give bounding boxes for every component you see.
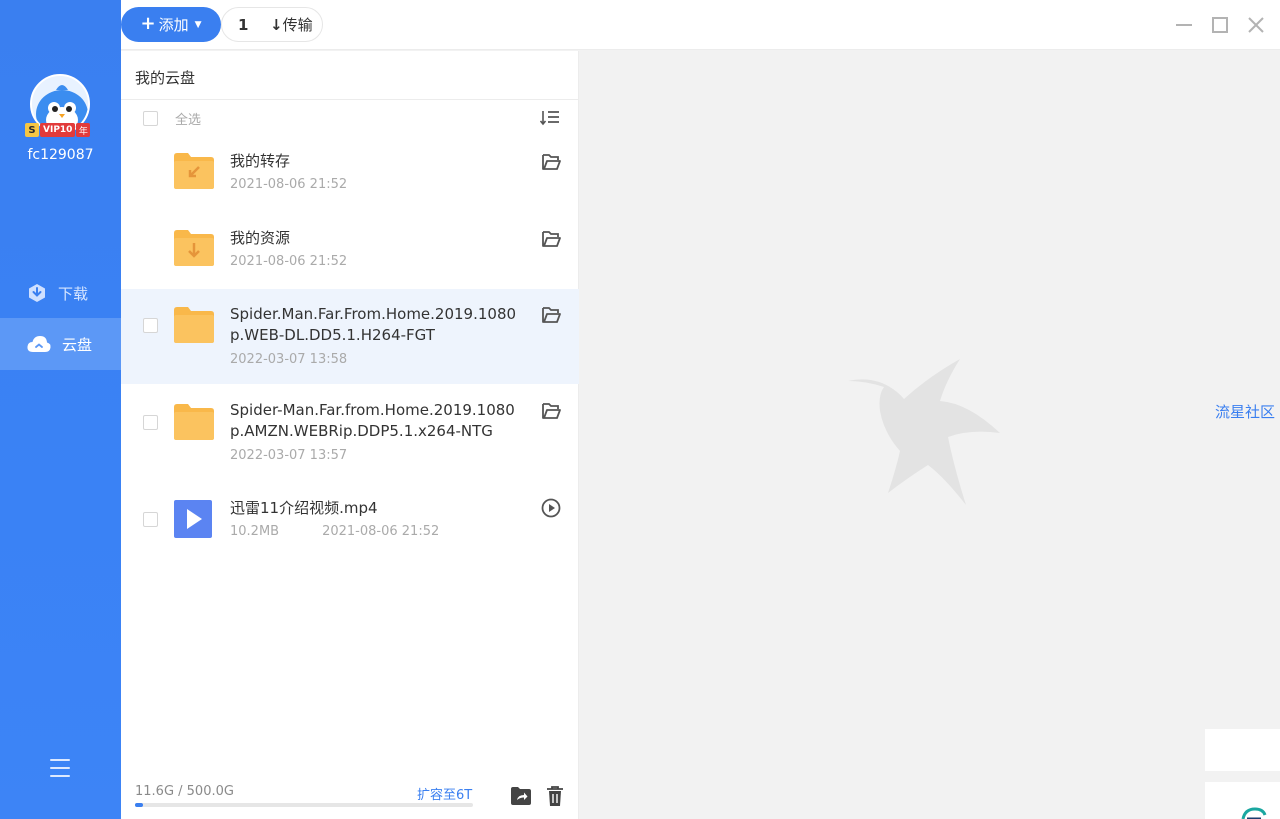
username[interactable]: fc129087 [0, 147, 121, 163]
side-widget[interactable] [1205, 782, 1280, 819]
file-name: 我的资源 [230, 229, 291, 247]
caret-down-icon: ▼ [194, 19, 202, 30]
add-button[interactable]: + 添加 ▼ [121, 7, 221, 42]
row-checkbox[interactable] [143, 512, 158, 527]
file-row[interactable]: 迅雷11介绍视频.mp4 10.2MB 2021-08-06 21:52 [121, 481, 579, 561]
side-widget[interactable] [1205, 729, 1280, 771]
folder-download-icon [174, 230, 214, 266]
sidebar: S VIP10 年 fc129087 下载 云盘 [0, 0, 121, 819]
row-checkbox[interactable] [143, 318, 158, 333]
open-folder-icon[interactable] [540, 228, 562, 250]
open-folder-icon[interactable] [540, 304, 562, 326]
trash-icon[interactable] [545, 785, 565, 807]
open-folder-icon[interactable] [540, 400, 562, 422]
vip-year-label: 年 [76, 123, 91, 137]
open-folder-icon[interactable] [540, 151, 562, 173]
file-row[interactable]: Spider.Man.Far.From.Home.2019.1080p.WEB-… [121, 289, 579, 384]
nav-item-download-label: 下载 [58, 284, 89, 303]
hummingbird-watermark-icon [848, 359, 1000, 505]
file-meta: 2021-08-06 21:52 [230, 254, 347, 269]
select-all[interactable]: 全选 [143, 109, 201, 128]
download-icon [29, 284, 45, 302]
folder-transfer-icon [174, 153, 214, 189]
transfer-arrow-icon: ↓ [270, 15, 283, 34]
sort-icon[interactable] [539, 110, 560, 126]
file-name: Spider-Man.Far.from.Home.2019.1080p.AMZN… [230, 401, 515, 440]
file-row[interactable]: 我的资源 2021-08-06 21:52 [121, 216, 579, 289]
file-date: 2021-08-06 21:52 [230, 254, 348, 269]
app-logo-icon [1241, 807, 1267, 819]
expand-storage-link[interactable]: 扩容至6T [417, 784, 472, 803]
maximize-icon[interactable] [1209, 14, 1231, 36]
vip-level-label: VIP10 [40, 123, 76, 137]
file-meta: 2022-03-07 13:58 [230, 352, 347, 367]
preview-panel: 流星社区 [580, 51, 1280, 819]
close-icon[interactable] [1245, 14, 1267, 36]
file-name: 我的转存 [230, 152, 291, 170]
topbar: + 添加 ▼ 1 ↓ 传输 [121, 0, 1280, 50]
file-row[interactable]: Spider-Man.Far.from.Home.2019.1080p.AMZN… [121, 384, 579, 481]
file-date: 2022-03-07 13:57 [230, 448, 348, 463]
storage-usage: 11.6G / 500.0G [135, 784, 234, 799]
play-icon[interactable] [540, 497, 562, 519]
video-file-icon [174, 500, 212, 538]
cloud-icon [27, 336, 51, 352]
file-date: 2021-08-06 21:52 [230, 177, 348, 192]
avatar[interactable]: S VIP10 年 [25, 74, 92, 137]
file-date: 2022-03-07 13:58 [230, 352, 348, 367]
nav-item-download[interactable]: 下载 [0, 267, 121, 319]
plus-icon: + [140, 13, 156, 34]
select-all-label: 全选 [175, 113, 202, 128]
vip-s-label: S [25, 123, 39, 137]
file-name: 迅雷11介绍视频.mp4 [230, 499, 378, 517]
add-button-label: 添加 [158, 16, 189, 34]
nav-item-cloud[interactable]: 云盘 [0, 318, 121, 370]
share-folder-icon[interactable] [510, 786, 532, 806]
vip-badge: S VIP10 年 [25, 122, 99, 138]
file-row[interactable]: 我的转存 2021-08-06 21:52 [121, 139, 579, 216]
nav-item-cloud-label: 云盘 [62, 335, 93, 354]
transfer-count: 1 [238, 15, 249, 34]
select-all-checkbox[interactable] [143, 111, 158, 126]
file-meta: 2022-03-07 13:57 [230, 448, 347, 463]
storage-progress-bar [135, 803, 473, 807]
folder-icon [174, 404, 214, 440]
file-size: 10.2MB [230, 524, 280, 539]
transfer-label: 传输 [282, 16, 313, 34]
minimize-icon[interactable] [1173, 14, 1195, 36]
panel-title: 我的云盘 [135, 69, 196, 87]
folder-icon [174, 307, 214, 343]
menu-icon[interactable] [50, 759, 70, 777]
file-panel: 我的云盘 全选 我的转存 2021-08-06 21:52 我的资源 2021-… [121, 51, 579, 819]
file-name: Spider.Man.Far.From.Home.2019.1080p.WEB-… [230, 305, 517, 344]
file-date: 2021-08-06 21:52 [322, 524, 440, 539]
file-meta: 10.2MB 2021-08-06 21:52 [230, 524, 439, 539]
divider [121, 99, 579, 100]
transfer-button[interactable]: 1 ↓ 传输 [221, 7, 323, 42]
community-link[interactable]: 流星社区 [1215, 401, 1275, 422]
file-meta: 2021-08-06 21:52 [230, 177, 347, 192]
storage-progress-fill [135, 803, 143, 807]
row-checkbox[interactable] [143, 415, 158, 430]
